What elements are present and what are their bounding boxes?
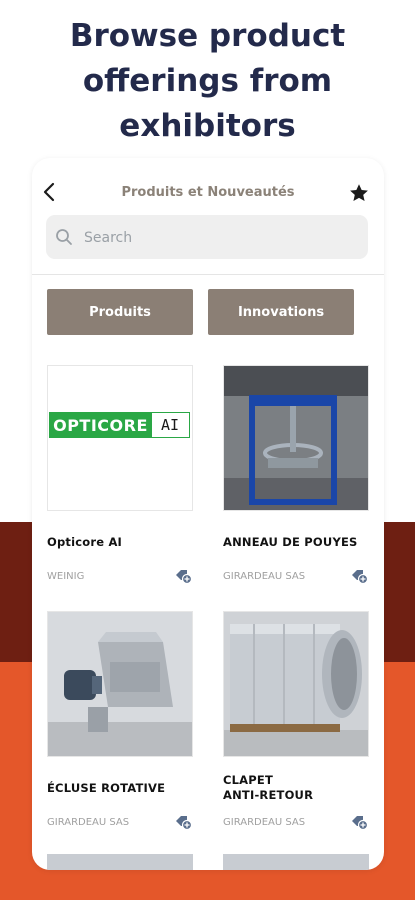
add-favorite-exhibitor-button[interactable] [173, 811, 193, 831]
product-image: OPTICORE AI [47, 365, 193, 511]
logo-suffix: AI [150, 412, 190, 438]
product-image [47, 611, 193, 757]
product-name: Opticore AI [47, 535, 123, 549]
add-favorite-exhibitor-icon [176, 570, 193, 585]
star-icon [350, 184, 368, 201]
tab-produits[interactable]: Produits [47, 289, 193, 335]
product-card[interactable]: ANNEAU DE POUYES GIRARDEAU SAS [223, 365, 369, 585]
product-name: CLAPET ANTI-RETOUR [223, 773, 314, 802]
product-image [223, 365, 369, 511]
page-title: Produits et Nouveautés [121, 185, 295, 200]
logo-text: OPTICORE [49, 412, 152, 438]
product-card[interactable]: ÉCLUSE ROTATIVE GIRARDEAU SAS [47, 611, 193, 831]
phone-screen: Produits et Nouveautés Search Produits I… [32, 158, 384, 870]
add-favorite-exhibitor-button[interactable] [173, 565, 193, 585]
product-card-partial [47, 854, 193, 870]
add-favorite-exhibitor-icon [352, 816, 369, 831]
product-name: ÉCLUSE ROTATIVE [47, 781, 166, 795]
product-card[interactable]: CLAPET ANTI-RETOUR GIRARDEAU SAS [223, 611, 369, 831]
exhibitor-name: WEINIG [47, 571, 85, 582]
add-favorite-exhibitor-icon [352, 570, 369, 585]
promo-headline: Browse product offerings from exhibitors [0, 14, 415, 149]
headline-line-1: Browse product [69, 18, 346, 54]
product-photo-anneau [224, 366, 368, 510]
search-icon [56, 229, 72, 245]
product-image [223, 611, 369, 757]
tab-innovations[interactable]: Innovations [208, 289, 354, 335]
divider [32, 274, 384, 275]
search-placeholder: Search [84, 230, 133, 246]
product-card-partial [223, 854, 369, 870]
search-input[interactable]: Search [46, 215, 368, 259]
exhibitor-name: GIRARDEAU SAS [223, 571, 306, 582]
product-card[interactable]: OPTICORE AI Opticore AI WEINIG [47, 365, 193, 585]
opticore-logo: OPTICORE AI [49, 412, 191, 442]
product-photo-clapet [224, 612, 368, 756]
favorites-button[interactable] [348, 182, 372, 206]
add-favorite-exhibitor-icon [176, 816, 193, 831]
exhibitor-name: GIRARDEAU SAS [47, 817, 130, 828]
product-name: ANNEAU DE POUYES [223, 535, 358, 549]
add-favorite-exhibitor-button[interactable] [349, 565, 369, 585]
product-photo-ecluse [48, 612, 192, 756]
add-favorite-exhibitor-button[interactable] [349, 811, 369, 831]
headline-line-2: offerings from [82, 63, 333, 99]
top-bar: Produits et Nouveautés [32, 158, 384, 218]
headline-line-3: exhibitors [119, 108, 296, 144]
exhibitor-name: GIRARDEAU SAS [223, 817, 306, 828]
